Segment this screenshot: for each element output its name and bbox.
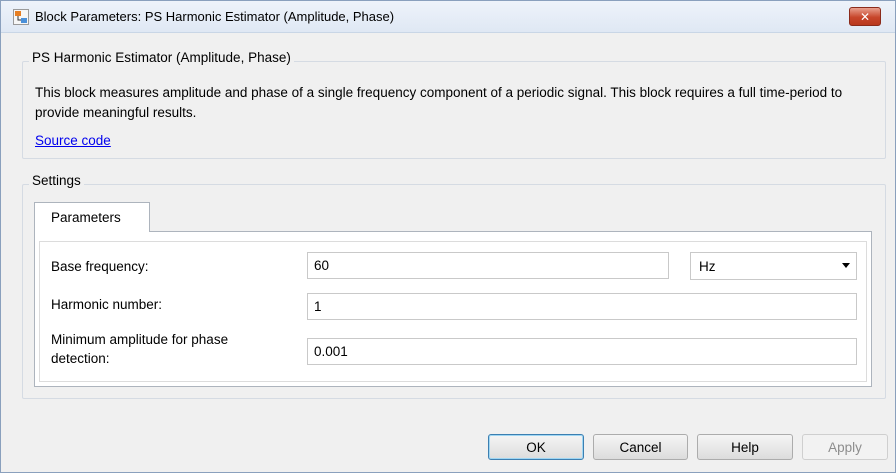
source-code-link[interactable]: Source code	[35, 133, 111, 148]
min-amplitude-label-line1: Minimum amplitude for phase	[51, 332, 229, 347]
block-group-title: PS Harmonic Estimator (Amplitude, Phase)	[29, 50, 294, 65]
close-button[interactable]: ✕	[849, 7, 881, 26]
settings-group-title: Settings	[29, 173, 84, 188]
simulink-block-icon	[13, 9, 29, 25]
harmonic-number-label: Harmonic number:	[51, 297, 163, 312]
title-bar[interactable]: Block Parameters: PS Harmonic Estimator …	[1, 1, 895, 33]
window-title: Block Parameters: PS Harmonic Estimator …	[35, 9, 395, 24]
help-button[interactable]: Help	[697, 434, 793, 460]
cancel-button[interactable]: Cancel	[593, 434, 688, 460]
base-frequency-label: Base frequency:	[51, 259, 149, 274]
ok-button[interactable]: OK	[488, 434, 584, 460]
apply-button[interactable]: Apply	[802, 434, 888, 460]
chevron-down-icon	[842, 263, 850, 268]
tab-parameters[interactable]: Parameters	[34, 202, 150, 232]
min-amplitude-field[interactable]: 0.001	[307, 338, 857, 365]
unit-value: Hz	[699, 259, 716, 274]
harmonic-number-field[interactable]: 1	[307, 293, 857, 320]
block-parameters-dialog: Block Parameters: PS Harmonic Estimator …	[0, 0, 896, 473]
min-amplitude-label-line2: detection:	[51, 351, 110, 366]
base-frequency-field[interactable]: 60	[307, 252, 669, 279]
block-description: This block measures amplitude and phase …	[35, 85, 843, 120]
base-frequency-unit-select[interactable]: Hz	[690, 252, 857, 280]
close-icon: ✕	[859, 9, 871, 24]
